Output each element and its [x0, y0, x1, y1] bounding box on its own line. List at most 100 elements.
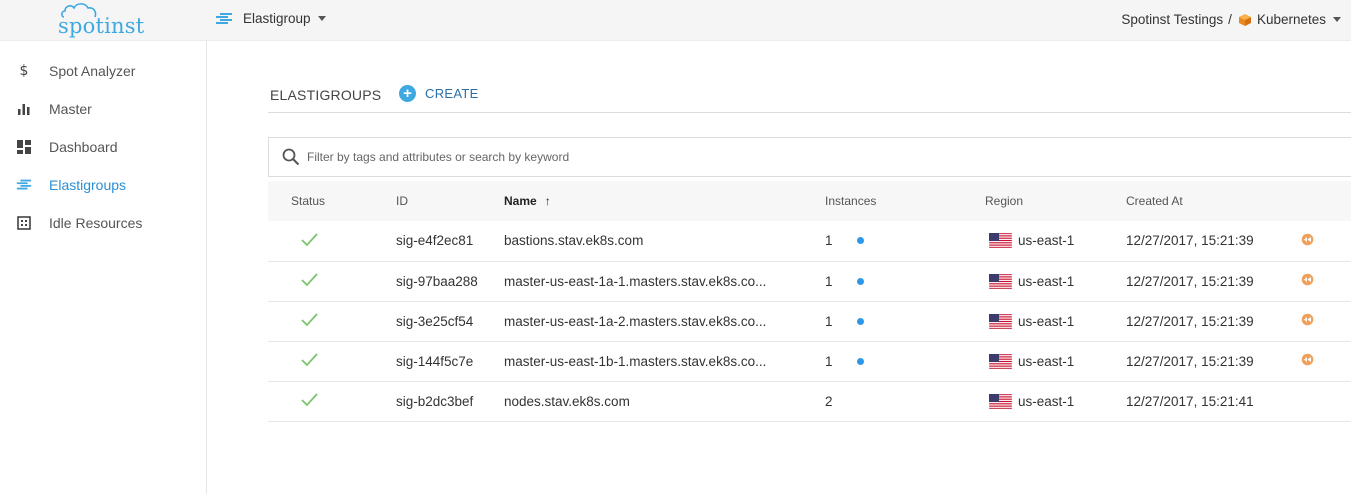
account-switcher[interactable]: Spotinst Testings / Kubernetes	[1121, 12, 1341, 27]
dollar-icon: $	[19, 63, 29, 79]
check-icon	[301, 393, 318, 409]
sidebar-item-dashboard[interactable]: Dashboard	[0, 128, 206, 166]
region-name: us-east-1	[1018, 393, 1075, 409]
name-cell[interactable]: master-us-east-1a-2.masters.stav.ek8s.co…	[504, 301, 825, 341]
instances-cell: 1	[825, 261, 985, 301]
instances-count: 1	[825, 273, 833, 289]
search-icon	[282, 148, 300, 166]
table-row[interactable]: sig-3e25cf54 master-us-east-1a-2.masters.…	[268, 301, 1351, 341]
created-at-cell: 12/27/2017, 15:21:39	[1126, 313, 1254, 329]
main-content: ELASTIGROUPS + CREATE Status ID Name ↑ In…	[207, 41, 1351, 494]
running-status-dot	[856, 317, 864, 325]
dashboard-icon	[16, 139, 32, 155]
region-cell: us-east-1	[985, 261, 1126, 301]
created-at-cell: 12/27/2017, 15:21:39	[1126, 233, 1254, 249]
column-header-status[interactable]: Status	[268, 181, 396, 221]
us-flag-icon	[988, 233, 1013, 249]
status-cell	[268, 261, 396, 301]
instances-count: 1	[825, 233, 833, 249]
create-button[interactable]: + CREATE	[399, 85, 479, 102]
instances-count: 1	[825, 313, 833, 329]
account-name: Spotinst Testings	[1121, 12, 1224, 27]
actions-cell	[1301, 301, 1351, 341]
sidebar-item-elastigroups[interactable]: Elastigroups	[0, 166, 206, 204]
elastigroup-icon	[16, 177, 32, 193]
column-header-name[interactable]: Name ↑	[504, 181, 825, 221]
spot-action-icon[interactable]	[1301, 313, 1314, 329]
id-cell: sig-144f5c7e	[396, 353, 474, 369]
column-header-actions	[1301, 181, 1351, 221]
product-switcher-label: Elastigroup	[243, 11, 311, 26]
chevron-down-icon	[1333, 17, 1341, 22]
status-cell	[268, 301, 396, 341]
created-at-cell: 12/27/2017, 15:21:39	[1126, 273, 1254, 289]
create-button-label: CREATE	[425, 86, 479, 101]
logo-text: spotinst	[58, 14, 145, 38]
name-cell[interactable]: master-us-east-1a-1.masters.stav.ek8s.co…	[504, 261, 825, 301]
product-switcher[interactable]: Elastigroup	[215, 11, 326, 26]
actions-cell	[1301, 221, 1351, 261]
id-cell: sig-b2dc3bef	[396, 393, 474, 409]
region-name: us-east-1	[1018, 273, 1075, 289]
status-cell	[268, 341, 396, 381]
column-header-id[interactable]: ID	[396, 181, 504, 221]
status-cell	[268, 221, 396, 261]
us-flag-icon	[988, 393, 1013, 409]
us-flag-icon	[988, 273, 1013, 289]
account-separator: /	[1228, 12, 1232, 27]
column-header-name-label: Name	[504, 194, 537, 208]
sidebar-item-label: Idle Resources	[49, 215, 143, 231]
actions-cell	[1301, 261, 1351, 301]
spot-action-icon[interactable]	[1301, 233, 1314, 249]
table-header-row: Status ID Name ↑ Instances Region Created…	[268, 181, 1351, 221]
us-flag-icon	[988, 313, 1013, 329]
check-icon	[301, 353, 318, 369]
search-bar[interactable]	[268, 137, 1351, 177]
sidebar-item-master[interactable]: Master	[0, 90, 206, 128]
running-status-dot	[856, 277, 864, 285]
page-title: ELASTIGROUPS	[270, 87, 382, 103]
instances-cell: 1	[825, 301, 985, 341]
running-status-dot	[856, 357, 864, 365]
page-header: ELASTIGROUPS + CREATE	[268, 81, 1351, 113]
sidebar-item-label: Master	[49, 101, 92, 117]
us-flag-icon	[988, 353, 1013, 369]
instances-count: 2	[825, 393, 833, 409]
column-header-instances[interactable]: Instances	[825, 181, 985, 221]
idle-resources-icon	[16, 215, 32, 231]
region-name: us-east-1	[1018, 313, 1075, 329]
column-header-region[interactable]: Region	[985, 181, 1126, 221]
check-icon	[301, 313, 318, 329]
status-cell	[268, 381, 396, 421]
region-name: us-east-1	[1018, 353, 1075, 369]
name-cell[interactable]: bastions.stav.ek8s.com	[504, 221, 825, 261]
bar-chart-icon	[16, 101, 32, 117]
column-header-created-at[interactable]: Created At	[1126, 181, 1301, 221]
table-row[interactable]: sig-e4f2ec81 bastions.stav.ek8s.com 1 us-ea…	[268, 221, 1351, 261]
region-name: us-east-1	[1018, 233, 1075, 249]
instances-cell: 1	[825, 341, 985, 381]
name-cell[interactable]: nodes.stav.ek8s.com	[504, 381, 825, 421]
table-row[interactable]: sig-b2dc3bef nodes.stav.ek8s.com 2 us-east-…	[268, 381, 1351, 421]
search-input[interactable]	[307, 150, 1007, 164]
id-cell: sig-97baa288	[396, 273, 478, 289]
spot-action-icon[interactable]	[1301, 353, 1314, 369]
elastigroups-table: Status ID Name ↑ Instances Region Created…	[268, 181, 1351, 422]
sort-ascending-icon: ↑	[544, 194, 551, 208]
region-cell: us-east-1	[985, 301, 1126, 341]
actions-cell	[1301, 341, 1351, 381]
running-status-dot	[856, 237, 864, 245]
region-cell: us-east-1	[985, 341, 1126, 381]
instances-count: 1	[825, 353, 833, 369]
table-row[interactable]: sig-144f5c7e master-us-east-1b-1.masters.…	[268, 341, 1351, 381]
sidebar-item-spot-analyzer[interactable]: $ Spot Analyzer	[0, 52, 206, 90]
name-cell[interactable]: master-us-east-1b-1.masters.stav.ek8s.co…	[504, 341, 825, 381]
id-cell: sig-e4f2ec81	[396, 233, 474, 249]
sidebar-item-idle-resources[interactable]: Idle Resources	[0, 204, 206, 242]
table-row[interactable]: sig-97baa288 master-us-east-1a-1.masters.…	[268, 261, 1351, 301]
created-at-cell: 12/27/2017, 15:21:39	[1126, 353, 1254, 369]
spotinst-logo[interactable]: spotinst	[56, 2, 144, 38]
region-cell: us-east-1	[985, 221, 1126, 261]
spot-action-icon[interactable]	[1301, 273, 1314, 289]
plus-icon: +	[399, 85, 416, 102]
